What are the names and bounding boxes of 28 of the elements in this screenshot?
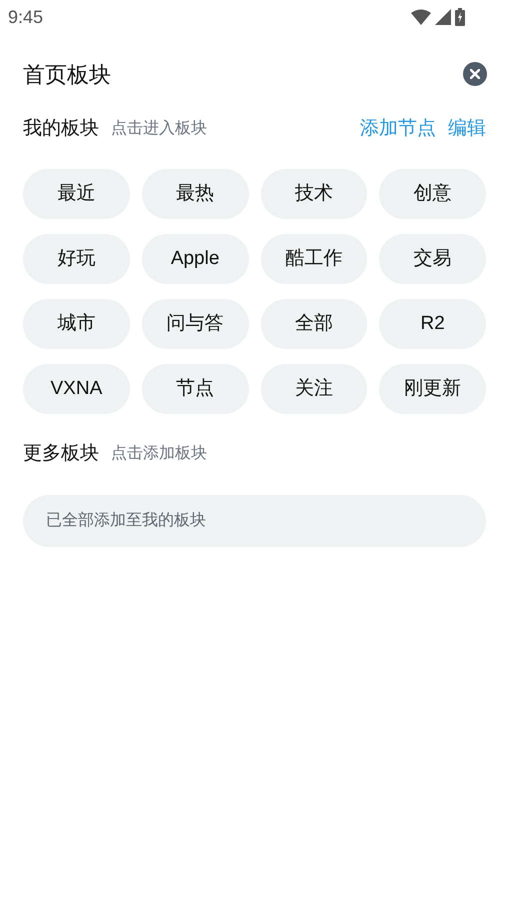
wifi-icon [411,9,431,25]
section-chip[interactable]: 技术 [260,169,368,219]
section-hint: 点击进入板块 [111,118,207,139]
status-time: 9:45 [8,6,44,28]
section-chip[interactable]: 关注 [260,364,368,414]
signal-icon [435,9,451,25]
section-chip[interactable]: Apple [142,234,248,284]
section-chip[interactable]: VXNA [23,364,130,414]
section-title: 更多板块 [23,442,99,466]
section-chip[interactable]: 好玩 [23,234,130,284]
empty-message: 已全部添加至我的板块 [23,495,486,547]
section-chip[interactable]: 节点 [142,364,248,414]
close-button[interactable] [463,62,487,86]
section-hint: 点击添加板块 [111,444,207,464]
section-chip[interactable]: 全部 [260,299,368,349]
section-chip[interactable]: 酷工作 [260,234,368,284]
section-chip[interactable]: 最热 [142,169,248,219]
section-chip[interactable]: 刚更新 [379,364,486,414]
battery-icon [455,8,465,26]
section-chip[interactable]: 城市 [23,299,130,349]
page-title: 首页板块 [23,60,111,88]
section-chip[interactable]: 交易 [379,234,486,284]
section-title: 我的板块 [23,116,99,141]
section-chip[interactable]: R2 [379,299,486,349]
section-chip[interactable]: 问与答 [142,299,248,349]
close-icon [470,69,480,79]
section-chip[interactable]: 创意 [379,169,486,219]
section-chip[interactable]: 最近 [23,169,130,219]
